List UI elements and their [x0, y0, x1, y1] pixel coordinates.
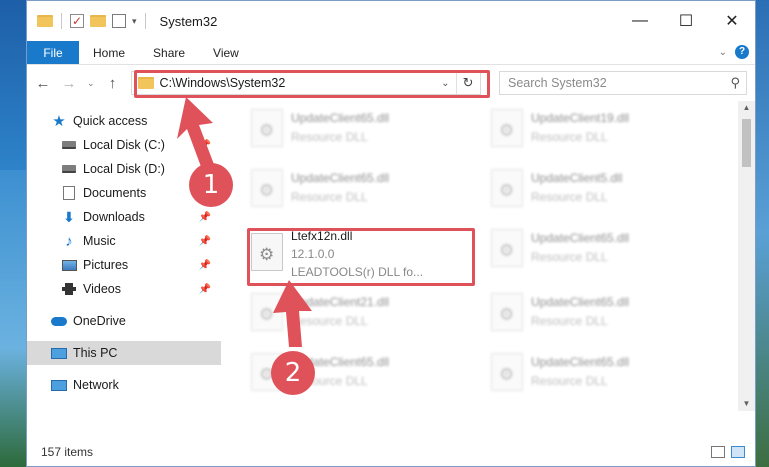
step-badge-1: 1: [189, 163, 233, 207]
arrow-1: [177, 97, 215, 172]
step-badge-2: 2: [271, 351, 315, 395]
arrow-2: [273, 280, 312, 347]
annotation-arrows: [177, 97, 312, 347]
file-explorer-window: ✓ ▾ System32 — ☐ ✕ File Home Share View …: [26, 0, 756, 467]
desktop-background-left: [0, 170, 28, 467]
